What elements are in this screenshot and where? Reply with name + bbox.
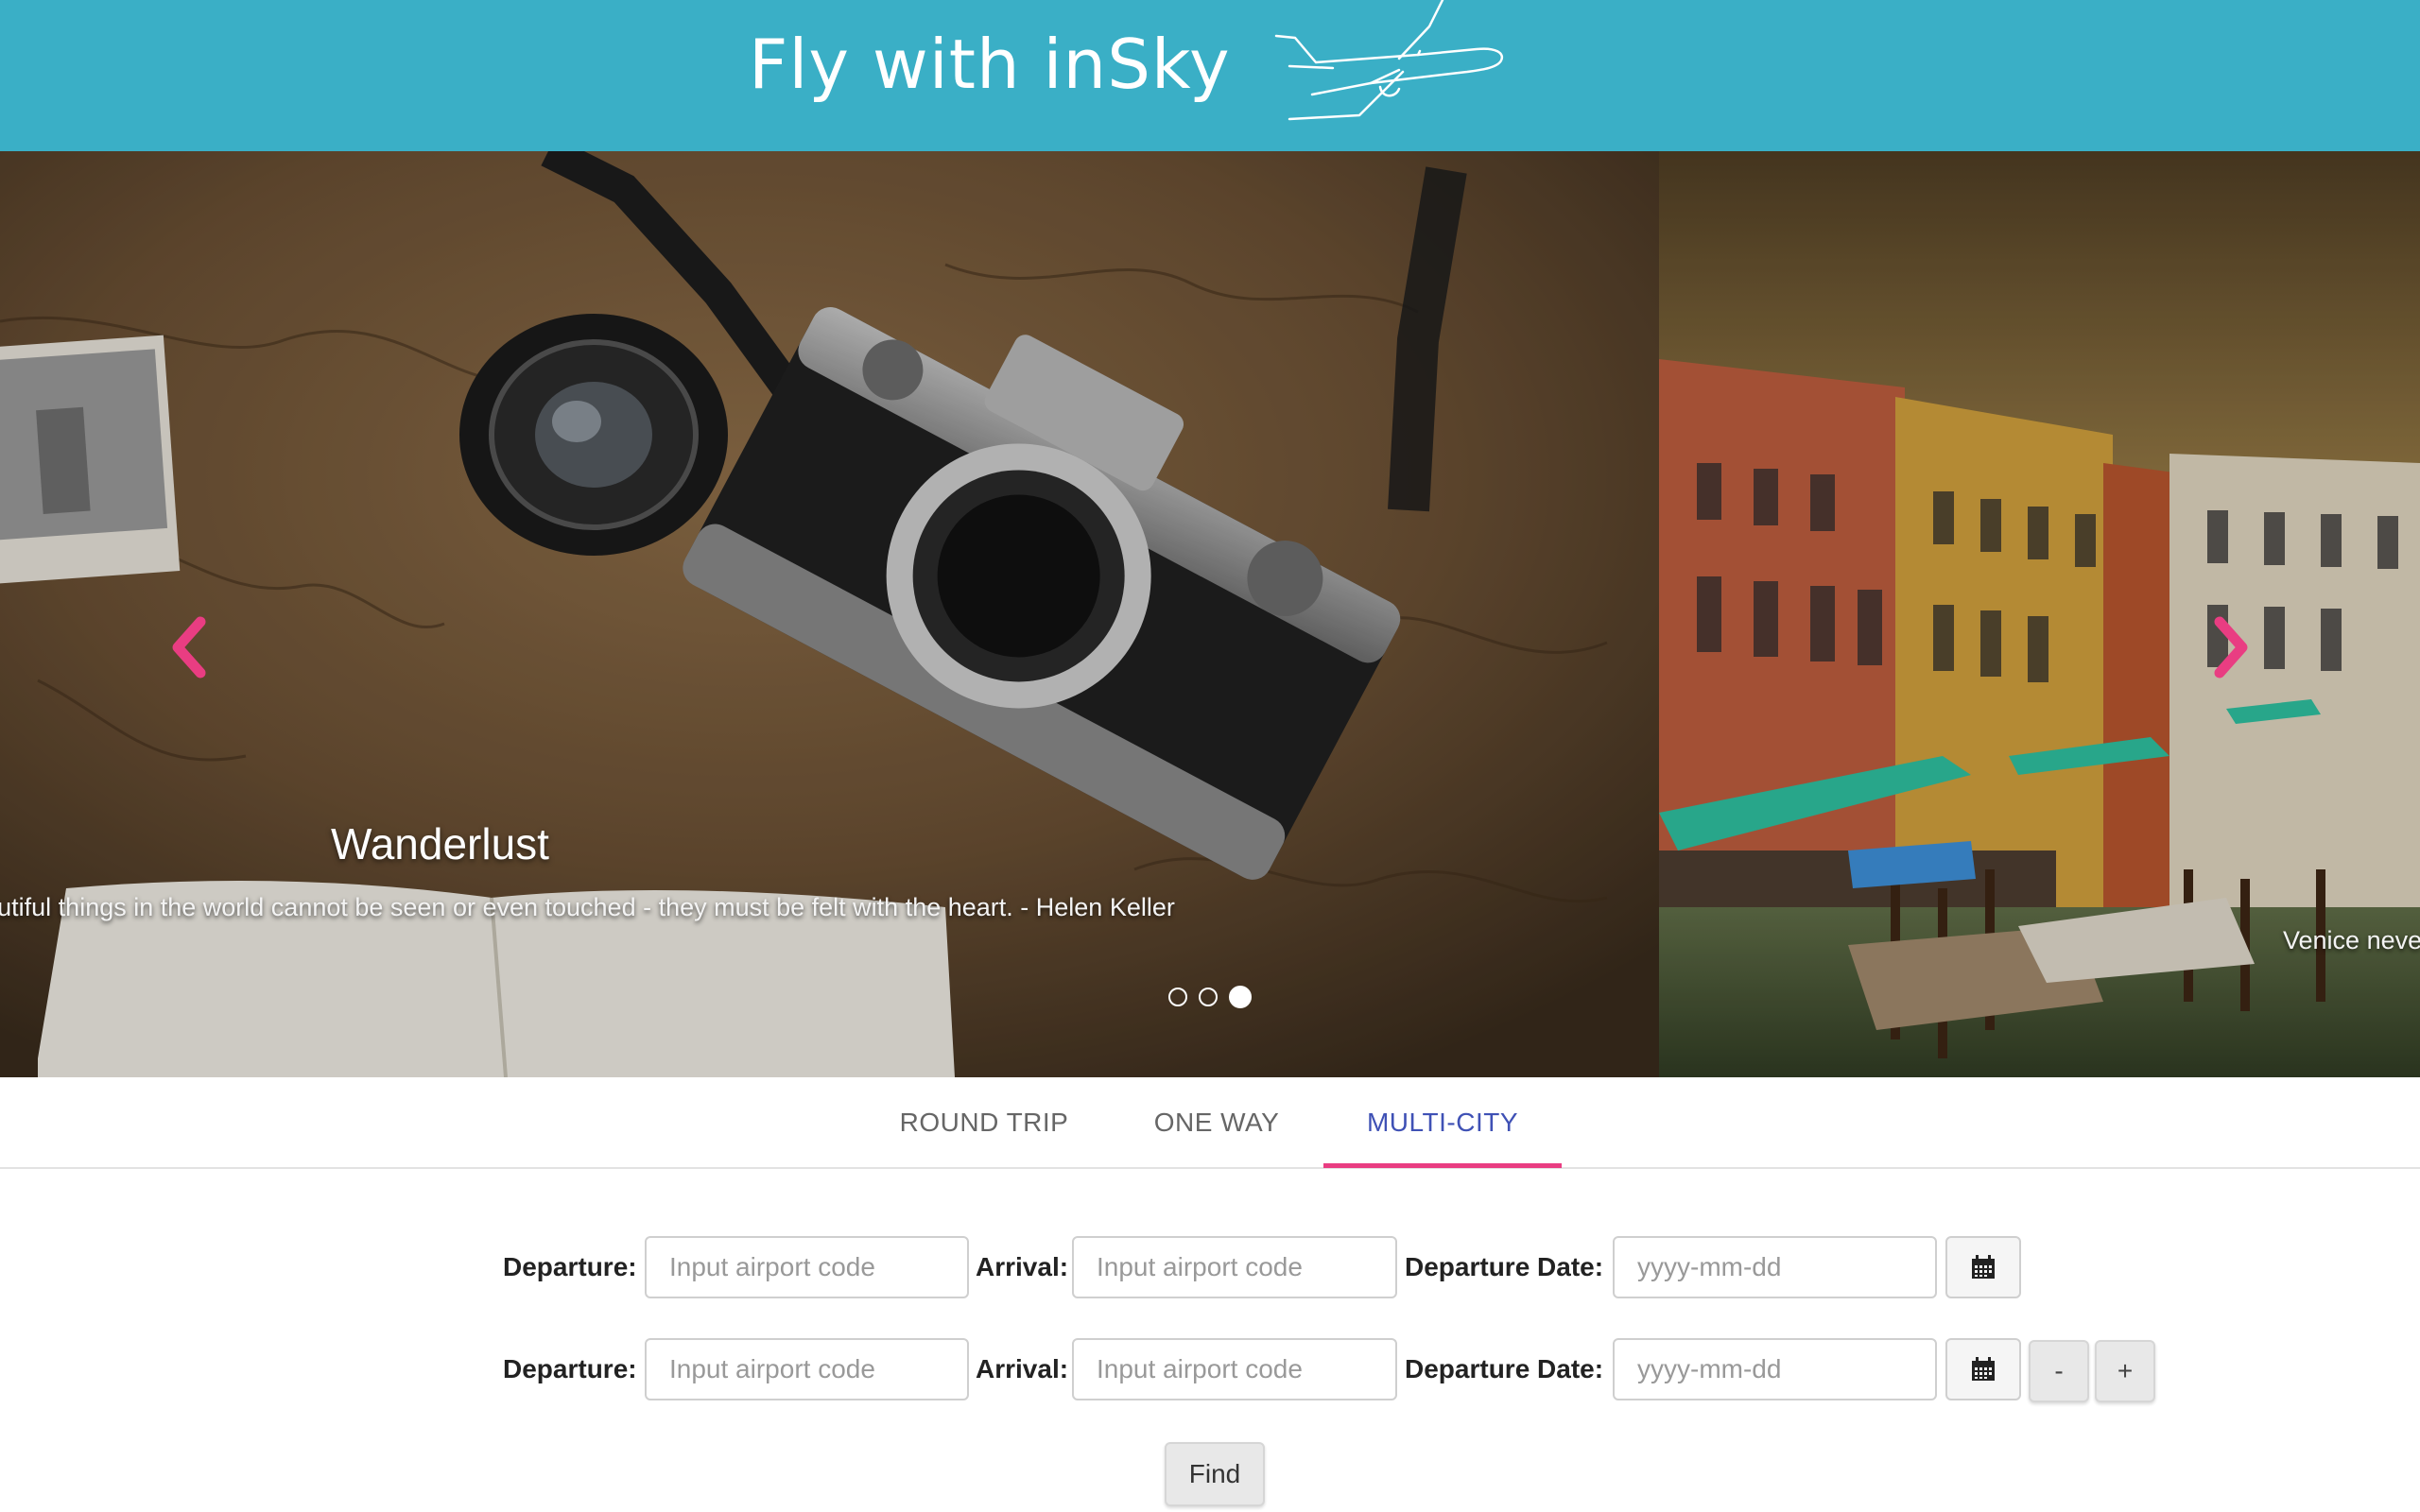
departure-date-input[interactable] bbox=[1613, 1236, 1937, 1298]
camera-map-photo bbox=[0, 151, 1659, 1077]
slide-caption: Venice neve bbox=[2283, 926, 2420, 954]
slide-wanderlust: Wanderlust utiful things in the world ca… bbox=[0, 151, 1659, 1077]
slide-quote: utiful things in the world cannot be see… bbox=[0, 893, 1175, 921]
departure-label: Departure: bbox=[503, 1252, 637, 1281]
departure-input[interactable] bbox=[645, 1236, 969, 1298]
carousel-indicator[interactable] bbox=[1168, 988, 1187, 1006]
carousel-next-button[interactable] bbox=[2193, 591, 2269, 704]
trip-type-tabs: ROUND TRIP ONE WAY MULTI-CITY bbox=[0, 1077, 2420, 1169]
chevron-right-icon bbox=[2214, 616, 2248, 679]
calendar-button[interactable] bbox=[1945, 1338, 2021, 1400]
departure-input[interactable] bbox=[645, 1338, 969, 1400]
calendar-icon bbox=[1972, 1255, 1995, 1279]
remove-leg-button[interactable]: - bbox=[2029, 1340, 2089, 1402]
hero-carousel: Wanderlust utiful things in the world ca… bbox=[0, 151, 2420, 1077]
flight-leg-row: Departure: Arrival: Departure Date: bbox=[0, 1236, 2420, 1302]
find-button[interactable]: Find bbox=[1165, 1442, 1265, 1506]
slide-venice: Venice neve bbox=[1659, 151, 2420, 1077]
add-leg-button[interactable]: + bbox=[2095, 1340, 2155, 1402]
arrival-input[interactable] bbox=[1072, 1236, 1397, 1298]
active-tab-indicator bbox=[1323, 1163, 1562, 1168]
tab-round-trip[interactable]: ROUND TRIP bbox=[879, 1077, 1089, 1169]
calendar-icon bbox=[1972, 1357, 1995, 1381]
arrival-label: Arrival: bbox=[976, 1252, 1069, 1281]
departure-date-input[interactable] bbox=[1613, 1338, 1937, 1400]
airplane-icon bbox=[1274, 0, 1504, 121]
arrival-input[interactable] bbox=[1072, 1338, 1397, 1400]
carousel-prev-button[interactable] bbox=[151, 591, 227, 704]
chevron-left-icon bbox=[172, 616, 206, 679]
carousel-indicators bbox=[1168, 986, 1252, 1008]
departure-label: Departure: bbox=[503, 1354, 637, 1383]
arrival-label: Arrival: bbox=[976, 1354, 1069, 1383]
tab-one-way[interactable]: ONE WAY bbox=[1127, 1077, 1306, 1169]
brand-title[interactable]: Fly with inSky bbox=[749, 25, 1231, 104]
slide-title: Wanderlust bbox=[331, 819, 549, 868]
departure-date-label: Departure Date: bbox=[1405, 1354, 1604, 1383]
site-header: Fly with inSky bbox=[0, 0, 2420, 151]
flight-leg-row: Departure: Arrival: Departure Date: - + bbox=[0, 1338, 2420, 1404]
calendar-button[interactable] bbox=[1945, 1236, 2021, 1298]
departure-date-label: Departure Date: bbox=[1405, 1252, 1604, 1281]
carousel-indicator-active[interactable] bbox=[1229, 986, 1252, 1008]
carousel-indicator[interactable] bbox=[1199, 988, 1218, 1006]
tab-multi-city[interactable]: MULTI-CITY bbox=[1323, 1077, 1562, 1169]
